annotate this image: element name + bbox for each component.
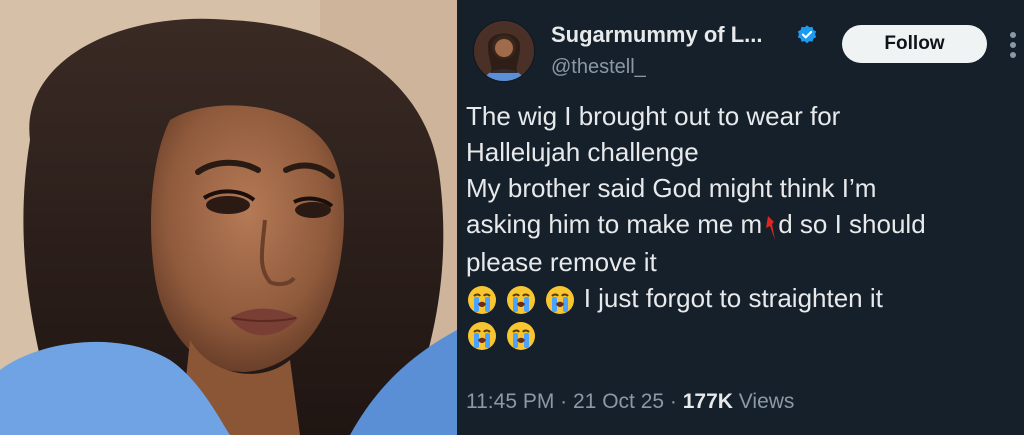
tweet-time[interactable]: 11:45 PM [466, 390, 554, 413]
red-mark-icon [766, 216, 776, 241]
loudly-crying-face-icon [468, 286, 496, 315]
tweet-line: asking him to make me m d so I should [466, 206, 1022, 244]
avatar[interactable] [473, 20, 535, 82]
tweet-text-fragment: I just forgot to straighten it [583, 283, 883, 314]
views-count: 177K [682, 390, 733, 413]
meta-separator: · [554, 390, 573, 413]
meta-separator: · [664, 390, 683, 413]
tweet-line: My brother said God might think I’m [466, 173, 877, 203]
loudly-crying-face-icon [507, 322, 536, 351]
screenshot: Sugarmummy of L... @thestell_ Follow The… [0, 0, 1024, 435]
verified-badge-icon [797, 25, 817, 44]
selfie-photo [0, 0, 457, 435]
tweet-line [466, 316, 1022, 352]
tweet-line: I just forgot to straighten it [466, 280, 1022, 316]
tweet-meta: 11:45 PM · 21 Oct 25 · 177K Views [466, 390, 794, 414]
user-handle[interactable]: @thestell_ [551, 56, 646, 79]
loudly-crying-face-icon [507, 286, 536, 315]
tweet-line: please remove it [466, 247, 657, 278]
loudly-crying-face-icon [468, 322, 496, 351]
loudly-crying-face-icon [546, 286, 575, 315]
tweet-text: The wig I brought out to wear for Hallel… [466, 98, 1022, 352]
tweet-date[interactable]: 21 Oct 25 [573, 390, 664, 413]
follow-button[interactable]: Follow [842, 25, 987, 63]
views-label: Views [732, 390, 795, 413]
more-options-icon[interactable] [1003, 30, 1023, 60]
tweet-line: The wig I brought out to wear for [466, 101, 841, 131]
tweet-text-fragment: asking him to make me m [466, 209, 763, 239]
display-name[interactable]: Sugarmummy of L... [551, 22, 762, 48]
tweet-text-fragment: d so I should [778, 209, 926, 239]
tweet-line: Hallelujah challenge [466, 137, 699, 167]
